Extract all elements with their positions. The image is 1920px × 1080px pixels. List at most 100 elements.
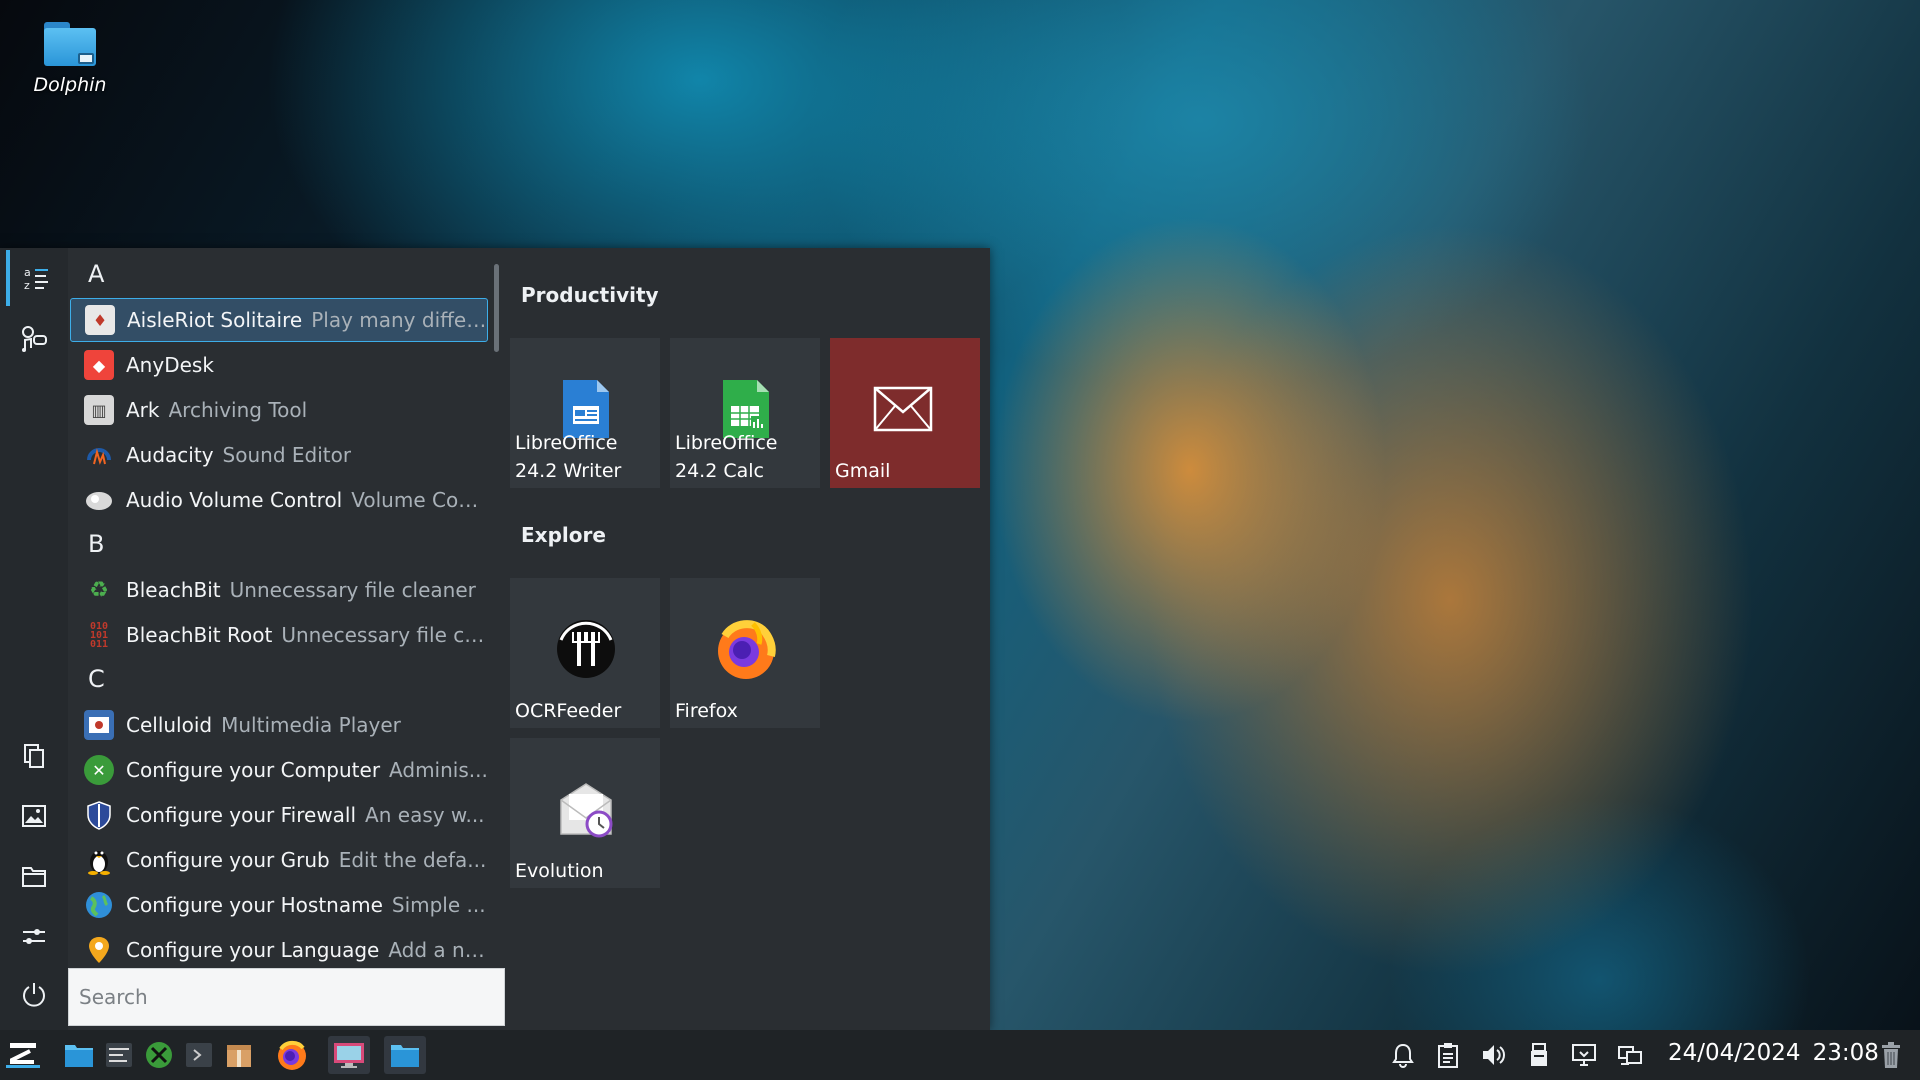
section-header-b: B [88, 530, 105, 558]
app-item-ark[interactable]: ▥ Ark Archiving Tool [70, 388, 488, 432]
rail-folders[interactable] [6, 848, 62, 904]
tile-libreoffice-calc[interactable]: LibreOffice 24.2 Calc [670, 338, 820, 488]
network-wired-icon [1618, 1046, 1642, 1065]
volume-tray[interactable] [1478, 1040, 1508, 1070]
search-input[interactable]: Search [68, 968, 505, 1026]
trash-button[interactable] [1876, 1040, 1906, 1070]
tile-label: Firefox [675, 700, 738, 722]
zorin-logo-icon [6, 1043, 40, 1068]
configure-computer-icon: ✕ [84, 755, 114, 785]
favorites-heading-explore: Explore [521, 523, 606, 547]
firefox-icon [718, 620, 776, 679]
app-item-celluloid[interactable]: Celluloid Multimedia Player [70, 703, 488, 747]
taskbar-files[interactable] [60, 1036, 98, 1074]
desktop-icon-dolphin[interactable]: Dolphin [20, 18, 120, 96]
tile-gmail[interactable]: Gmail [830, 338, 980, 488]
favorites-heading-productivity: Productivity [521, 283, 659, 307]
application-menu-button[interactable] [4, 1036, 42, 1074]
system-monitor-icon [106, 1043, 132, 1067]
svg-text:a: a [24, 266, 31, 279]
desktop-icon-label: Dolphin [33, 74, 107, 96]
monitor-icon [1572, 1044, 1596, 1066]
network-tray[interactable] [1615, 1040, 1645, 1070]
rail-all-apps[interactable]: a z [6, 250, 62, 306]
mail-envelope-icon [873, 386, 933, 432]
documents-icon [24, 744, 44, 768]
category-rail: a z [0, 248, 68, 1030]
search-placeholder: Search [79, 985, 148, 1009]
app-item-bleachbit-root[interactable]: 010 101 011 BleachBit Root Unnecessary fil… [70, 613, 488, 657]
folder-icon [65, 1045, 93, 1067]
taskbar-system-monitor[interactable] [100, 1036, 138, 1074]
alphabetical-list-icon: a z [24, 266, 48, 292]
app-list-scrollbar[interactable] [494, 264, 499, 352]
tile-label: LibreOffice 24.2 Writer [515, 432, 622, 482]
firewall-icon [84, 800, 114, 830]
anydesk-icon: ◆ [84, 350, 114, 380]
rail-power[interactable] [6, 966, 62, 1022]
application-launcher: a z A ♦ AisleRiot Solitaire Play many di… [0, 248, 990, 1030]
app-item-configure-language[interactable]: Configure your Language Add a ne... [70, 928, 488, 966]
app-item-audio-volume-control[interactable]: Audio Volume Control Volume Con... [70, 478, 488, 522]
tile-label: OCRFeeder [515, 700, 622, 722]
app-item-configure-grub[interactable]: Configure your Grub Edit the defa... [70, 838, 488, 882]
location-pin-icon [84, 935, 114, 965]
app-item-aisleriot[interactable]: ♦ AisleRiot Solitaire Play many differ..… [70, 298, 488, 342]
notifications-bell[interactable] [1388, 1040, 1418, 1070]
favorites-pane: Productivity LibreOffice 24.2 Writer Lib… [505, 248, 990, 1030]
tile-label: LibreOffice 24.2 Calc [675, 432, 778, 482]
speaker-icon [1483, 1045, 1505, 1065]
rail-pictures[interactable] [6, 788, 62, 844]
taskbar-terminal[interactable] [180, 1036, 218, 1074]
folder-icon [22, 867, 46, 887]
audacity-icon [84, 440, 114, 470]
bleachbit-icon: ♻ [89, 577, 109, 603]
bleachbit-root-icon: 010 101 011 [89, 620, 109, 650]
section-header-a: A [88, 260, 105, 288]
tile-firefox[interactable]: Firefox [670, 578, 820, 728]
app-item-audacity[interactable]: Audacity Sound Editor [70, 433, 488, 477]
app-item-anydesk[interactable]: ◆ AnyDesk [70, 343, 488, 387]
app-item-configure-computer[interactable]: ✕ Configure your Computer Adminis... [70, 748, 488, 792]
folder-icon [391, 1045, 419, 1067]
tile-label: Evolution [515, 860, 604, 882]
clock-date: 24/04/2024 [1668, 1040, 1801, 1066]
taskbar-settings[interactable] [140, 1036, 178, 1074]
rail-games-multimedia[interactable] [6, 310, 62, 366]
terminal-icon [186, 1043, 212, 1067]
clipboard-tray[interactable] [1433, 1040, 1463, 1070]
ocrfeeder-icon [557, 620, 615, 678]
solitaire-icon: ♦ [85, 305, 115, 335]
storage-tray[interactable] [1524, 1040, 1554, 1070]
dolphin-folder-icon [42, 18, 98, 68]
taskbar-firefox[interactable] [273, 1036, 311, 1074]
storage-device-icon [1531, 1043, 1547, 1066]
taskbar-archive-manager[interactable] [220, 1036, 258, 1074]
evolution-icon [560, 783, 613, 838]
taskbar-screenshot-window[interactable] [328, 1036, 370, 1074]
section-header-c: C [88, 665, 105, 693]
celluloid-icon [84, 710, 114, 740]
archive-box-icon [227, 1045, 251, 1067]
app-item-bleachbit[interactable]: ♻ BleachBit Unnecessary file cleaner [70, 568, 488, 612]
tile-libreoffice-writer[interactable]: LibreOffice 24.2 Writer [510, 338, 660, 488]
tile-evolution[interactable]: Evolution [510, 738, 660, 888]
volume-control-icon [84, 485, 114, 515]
app-item-configure-firewall[interactable]: Configure your Firewall An easy w... [70, 793, 488, 837]
settings-sliders-icon [23, 929, 45, 944]
clock[interactable]: 24/04/2024 23:08 [1668, 1040, 1879, 1066]
tile-label: Gmail [835, 460, 891, 482]
display-tray[interactable] [1569, 1040, 1599, 1070]
app-list: A ♦ AisleRiot Solitaire Play many differ… [68, 248, 500, 966]
pictures-icon [22, 805, 46, 827]
tile-ocrfeeder[interactable]: OCRFeeder [510, 578, 660, 728]
tux-icon [84, 845, 114, 875]
bell-icon [1392, 1043, 1414, 1068]
games-multimedia-icon [22, 326, 47, 352]
rail-documents[interactable] [6, 728, 62, 784]
taskbar-files-window[interactable] [384, 1036, 426, 1074]
firefox-icon [278, 1040, 306, 1070]
taskbar: 24/04/2024 23:08 [0, 1030, 1920, 1080]
app-item-configure-hostname[interactable]: Configure your Hostname Simple ... [70, 883, 488, 927]
rail-settings[interactable] [6, 908, 62, 964]
